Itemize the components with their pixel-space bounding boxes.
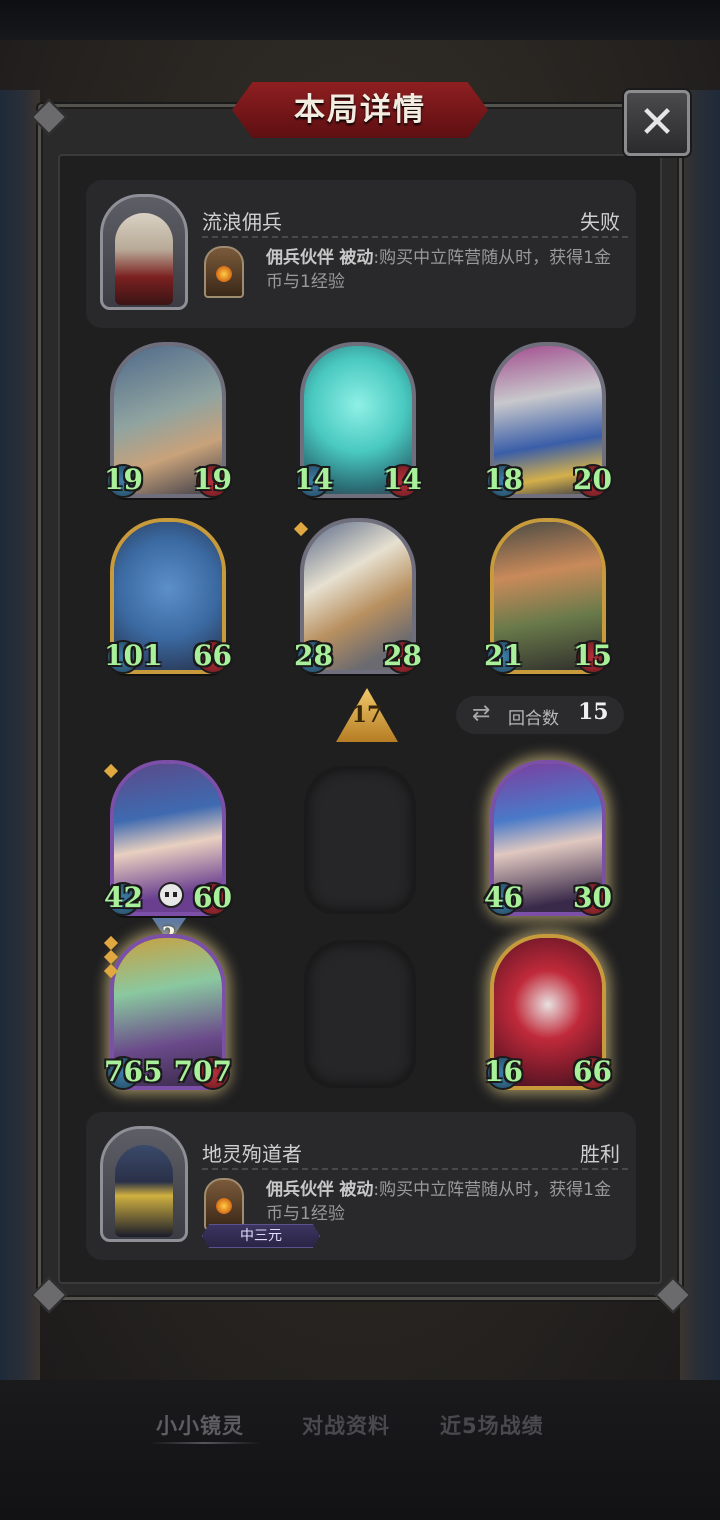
avatar[interactable] (100, 1126, 188, 1242)
minion-attack: 16 (484, 1055, 523, 1088)
rounds-counter: ⇄ 回合数 15 (456, 696, 624, 734)
right-decor (680, 90, 720, 1380)
skull-icon (158, 882, 184, 908)
minion-health: 707 (173, 1055, 232, 1088)
opponent-card: 流浪佣兵 失败 佣兵伙伴 被动:购买中立阵营随从时，获得1金币与1经验 (86, 180, 636, 328)
minion-health: 19 (193, 463, 232, 496)
close-button[interactable]: ✕ (624, 90, 690, 156)
minion-health: 28 (383, 639, 422, 672)
hero-power-icon[interactable] (204, 246, 244, 298)
minion-attack: 101 (104, 639, 163, 672)
minion-health: 15 (573, 639, 612, 672)
match-result: 胜利 (580, 1142, 620, 1166)
player-name: 地灵殉道者 (202, 1142, 302, 1166)
player-name: 流浪佣兵 (202, 210, 282, 234)
minion-health: 30 (573, 881, 612, 914)
minion-attack: 46 (484, 881, 523, 914)
minion-card[interactable]: 765 707 (103, 934, 232, 1090)
tavern-tier-value: 17 (351, 702, 383, 728)
minion-attack: 765 (104, 1055, 163, 1088)
close-icon: ✕ (638, 97, 676, 148)
minion-card[interactable]: 46 30 (484, 760, 612, 916)
empty-board-slot (304, 940, 416, 1088)
refresh-icon: ⇄ (472, 701, 491, 726)
minion-attack: 14 (294, 463, 333, 496)
minion-card[interactable]: 101 66 (104, 518, 232, 674)
hero-power-icon[interactable] (204, 1178, 244, 1230)
hero-power-description: 佣兵伙伴 被动:购买中立阵营随从时，获得1金币与1经验 (266, 248, 611, 292)
tab-tiny-mirror[interactable]: 小小镜灵 (156, 1410, 244, 1440)
tab-battle-info[interactable]: 对战资料 (302, 1410, 390, 1440)
minion-card[interactable]: 28 28 (293, 518, 422, 674)
title-plate: 本局详情 (232, 82, 488, 138)
minion-card[interactable]: 14 14 (294, 342, 422, 498)
minion-health: 20 (573, 463, 612, 496)
self-card: 地灵殉道者 胜利 佣兵伙伴 被动:购买中立阵营随从时，获得1金币与1经验 中三元 (86, 1112, 636, 1260)
minion-card[interactable]: 21 15 (484, 518, 612, 674)
avatar[interactable] (100, 194, 188, 310)
dialog-title: 本局详情 (294, 92, 426, 128)
mercenary-portrait-icon (115, 213, 173, 305)
minion-health: 66 (193, 639, 232, 672)
left-decor (0, 90, 40, 1380)
tab-recent-5-matches[interactable]: 近5场战绩 (440, 1410, 544, 1440)
match-result: 失败 (580, 210, 620, 234)
minion-attack: 42 (104, 881, 143, 914)
divider (202, 236, 628, 238)
rounds-label: 回合数 (508, 709, 559, 729)
minion-health: 66 (573, 1055, 612, 1088)
minion-card[interactable]: 18 20 (484, 342, 612, 498)
hero-power-description: 佣兵伙伴 被动:购买中立阵营随从时，获得1金币与1经验 (266, 1180, 611, 1224)
minion-attack: 21 (484, 639, 523, 672)
divider (202, 1168, 628, 1170)
rounds-value: 15 (578, 699, 609, 725)
minion-attack: 18 (484, 463, 523, 496)
rank-badge: 中三元 (202, 1224, 320, 1248)
tavern-tier-badge: 17 (336, 688, 398, 742)
martyr-portrait-icon (115, 1145, 173, 1237)
minion-attack: 28 (294, 639, 333, 672)
bottom-tab-bar (0, 1380, 720, 1520)
minion-attack: 19 (104, 463, 143, 496)
minion-health: 14 (383, 463, 422, 496)
minion-health: 60 (193, 881, 232, 914)
minion-card[interactable]: 19 19 (104, 342, 232, 498)
minion-card[interactable]: 16 66 (484, 934, 612, 1090)
empty-board-slot (304, 766, 416, 914)
active-tab-underline (150, 1442, 260, 1444)
